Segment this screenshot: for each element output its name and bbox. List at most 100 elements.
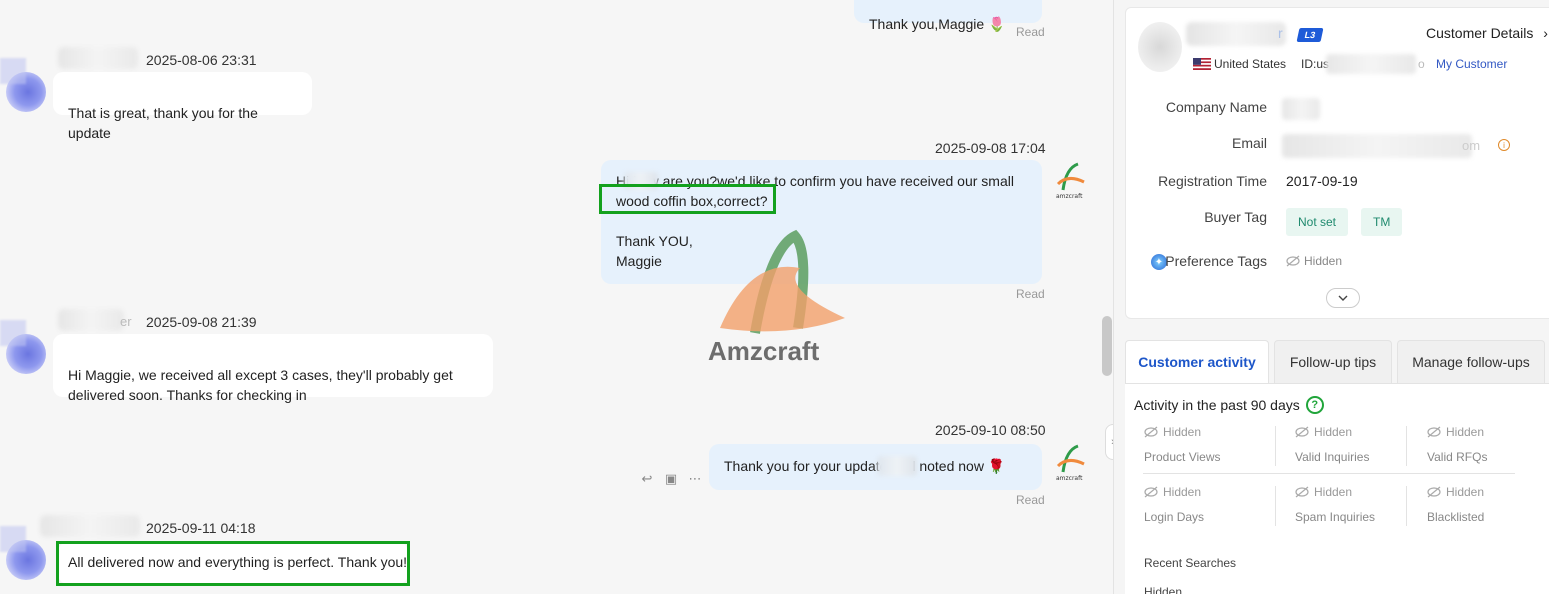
message-bubble-in[interactable]: All delivered now and everything is perf… <box>58 542 408 584</box>
chat-pane: Thank you,Maggie 🌷 Read 2025-08-06 23:31… <box>0 0 1113 594</box>
buyer-avatar[interactable] <box>6 72 46 112</box>
stat-label: Login Days <box>1144 510 1205 524</box>
seller-logo-text: amzcraft <box>1056 475 1083 482</box>
customer-name-fragment: r <box>1278 25 1283 41</box>
customer-tabs: Customer activity Follow-up tips Manage … <box>1125 340 1549 384</box>
eye-off-icon <box>1144 426 1158 438</box>
info-icon[interactable]: i <box>1498 139 1510 151</box>
eye-off-icon <box>1295 486 1309 498</box>
company-name-label: Company Name <box>1165 99 1267 115</box>
message-timestamp: 2025-09-08 17:04 <box>935 140 1046 156</box>
registration-time-value: 2017-09-19 <box>1286 173 1358 189</box>
customer-id-fragment: o <box>1418 57 1425 71</box>
sender-name-fragment: er <box>120 314 132 329</box>
message-timestamp: 2025-08-06 23:31 <box>146 52 257 68</box>
read-status: Read <box>1016 287 1045 301</box>
tab-follow-up-tips[interactable]: Follow-up tips <box>1274 340 1392 384</box>
seller-logo-avatar[interactable]: amzcraft <box>1054 442 1088 482</box>
buyer-tag[interactable]: Not set <box>1286 208 1349 236</box>
customer-info-card: r L3 Customer Details › United States ID… <box>1125 7 1549 319</box>
divider <box>1275 486 1276 526</box>
message-bubble-in[interactable]: Hi Maggie, we received all except 3 case… <box>53 334 493 403</box>
customer-side-panel: r L3 Customer Details › United States ID… <box>1113 0 1549 594</box>
message-bubble-in[interactable]: That is great, thank you for the update <box>53 72 312 141</box>
read-status: Read <box>1016 25 1045 39</box>
registration-time-label: Registration Time <box>1158 173 1267 189</box>
recent-searches-value: Hidden <box>1144 585 1183 594</box>
help-icon[interactable]: ? <box>1305 396 1324 414</box>
redacted-name <box>624 172 658 190</box>
buyer-tag-label: Buyer Tag <box>1204 209 1267 225</box>
divider <box>1406 426 1407 466</box>
stat-value: Hidden <box>1314 425 1353 439</box>
message-bubble-out[interactable]: Thank you for your update well noted now… <box>709 444 1042 490</box>
message-actions: ↩ ▣ ⋯ <box>638 470 704 488</box>
customer-avatar <box>1138 22 1182 72</box>
quote-icon[interactable]: ▣ <box>662 470 680 488</box>
message-timestamp: 2025-09-11 04:18 <box>146 520 256 536</box>
sender-name-redacted <box>40 515 140 537</box>
preference-tags-value: Hidden <box>1304 254 1343 268</box>
message-bubble-out[interactable]: Thank you,Maggie 🌷 <box>854 0 1042 32</box>
divider <box>1143 473 1515 474</box>
more-icon[interactable]: ⋯ <box>686 470 704 488</box>
level-badge: L3 <box>1296 28 1324 42</box>
activity-panel: Activity in the past 90 days ? Hidden Pr… <box>1125 383 1549 594</box>
buyer-avatar[interactable] <box>6 334 46 374</box>
chat-scrollbar[interactable] <box>1102 316 1112 376</box>
preference-tags-hidden: Hidden <box>1286 254 1342 268</box>
message-text: That is great, thank you for the update <box>68 105 258 141</box>
activity-title-text: Activity in the past 90 days <box>1134 397 1300 413</box>
stat-value: Hidden <box>1163 485 1202 499</box>
redacted-name <box>877 456 917 476</box>
chevron-right-icon: › <box>1543 25 1548 41</box>
seller-logo-text: amzcraft <box>1056 193 1083 200</box>
customer-id: ID:us <box>1301 57 1330 71</box>
stat-value: Hidden <box>1446 425 1485 439</box>
eye-off-icon <box>1427 486 1441 498</box>
divider <box>1406 486 1407 526</box>
eye-off-icon <box>1427 426 1441 438</box>
message-text-line: Hi how are you?we'd like to confirm you … <box>616 173 1014 189</box>
sender-name-redacted <box>58 309 124 331</box>
buyer-tag[interactable]: TM <box>1361 208 1403 236</box>
amzcraft-watermark-logo: Amzcraft <box>708 229 845 366</box>
message-timestamp: 2025-09-08 21:39 <box>146 314 257 330</box>
read-status: Read <box>1016 493 1045 507</box>
expand-details-button[interactable] <box>1326 288 1360 308</box>
us-flag-icon <box>1193 58 1211 70</box>
buyer-avatar[interactable] <box>6 540 46 580</box>
message-text: All delivered now and everything is perf… <box>68 554 408 570</box>
email-fragment: om <box>1462 138 1481 153</box>
divider <box>1275 426 1276 466</box>
stat-blacklisted: Hidden Blacklisted <box>1427 485 1549 524</box>
tab-customer-activity[interactable]: Customer activity <box>1125 340 1269 384</box>
stat-login-days: Hidden Login Days <box>1144 485 1274 524</box>
stat-label: Valid RFQs <box>1427 450 1488 464</box>
my-customer-link[interactable]: My Customer <box>1436 57 1507 71</box>
message-text-line: wood coffin box,correct? <box>616 193 768 209</box>
company-name-redacted <box>1282 98 1320 120</box>
stat-label: Product Views <box>1144 450 1221 464</box>
reply-icon[interactable]: ↩ <box>638 470 656 488</box>
activity-title: Activity in the past 90 days ? <box>1134 396 1324 414</box>
tab-manage-follow-ups[interactable]: Manage follow-ups <box>1397 340 1545 384</box>
email-redacted <box>1282 134 1472 158</box>
seller-logo-avatar[interactable]: amzcraft <box>1054 160 1088 200</box>
preference-tags-label: Preference Tags <box>1165 253 1267 269</box>
recent-searches-label: Recent Searches <box>1144 556 1237 570</box>
eye-off-icon <box>1286 255 1300 267</box>
stat-valid-rfqs: Hidden Valid RFQs <box>1427 425 1549 464</box>
watermark-text: Amzcraft <box>708 336 820 366</box>
customer-country: United States <box>1214 57 1287 71</box>
eye-off-icon <box>1295 426 1309 438</box>
stat-label: Blacklisted <box>1427 510 1485 524</box>
customer-id-redacted <box>1326 54 1416 74</box>
stat-value: Hidden <box>1446 485 1485 499</box>
customer-details-link[interactable]: Customer Details › <box>1426 25 1548 41</box>
message-text: Thank you,Maggie 🌷 <box>869 16 1006 32</box>
sender-name-redacted <box>58 47 138 69</box>
customer-details-label: Customer Details <box>1426 25 1534 41</box>
stat-value: Hidden <box>1163 425 1202 439</box>
message-text: Hi Maggie, we received all except 3 case… <box>68 367 453 403</box>
